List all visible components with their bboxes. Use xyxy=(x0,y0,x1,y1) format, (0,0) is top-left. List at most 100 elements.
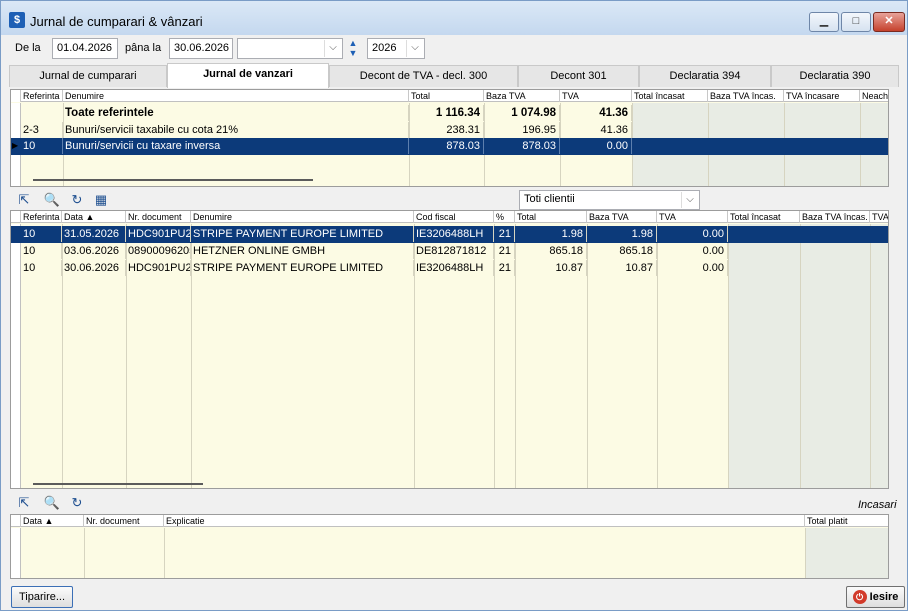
exit-button[interactable]: ⏻ Iesire xyxy=(846,586,905,608)
col-nr-document[interactable]: Nr. document xyxy=(126,211,191,223)
col-tva[interactable]: TVA xyxy=(657,211,728,223)
col-baza-tva-incas[interactable]: Baza TVA încas. xyxy=(708,90,784,102)
col-data[interactable]: Data ▲ xyxy=(21,515,84,527)
col-total-incasat[interactable]: Total încasat xyxy=(632,90,708,102)
current-row-icon: ▶ xyxy=(12,141,19,150)
bottom-bar: Tiparire... ⏻ Iesire xyxy=(1,581,907,610)
row-pct: 21 xyxy=(494,226,515,242)
row-baza: 10.87 xyxy=(587,260,657,276)
table-row[interactable]: 2-3 Bunuri/servicii taxabile cu cota 21%… xyxy=(11,122,888,138)
tab-declaratia-394[interactable]: Declaratia 394 xyxy=(639,65,771,87)
filter-bar: De la 01.04.2026 pâna la 30.06.2026 ⌵ ▲ … xyxy=(1,35,907,63)
row-tva: 41.36 xyxy=(560,122,632,138)
row-date: 03.06.2026 xyxy=(62,243,126,259)
chevron-down-icon[interactable]: ⌵ xyxy=(406,40,423,57)
total-row-baza: 1 074.98 xyxy=(484,105,560,121)
col-neach[interactable]: Neach xyxy=(860,90,888,102)
row-name: STRIPE PAYMENT EUROPE LIMITED xyxy=(191,260,414,276)
tab-jurnal-cumparari[interactable]: Jurnal de cumparari xyxy=(9,65,167,87)
table-row[interactable]: 10 30.06.2026 HDC901PU20 STRIPE PAYMENT … xyxy=(11,260,888,277)
minimize-button[interactable]: ▁ xyxy=(809,12,839,32)
col-nr-document[interactable]: Nr. document xyxy=(84,515,164,527)
row-tva: 0.00 xyxy=(657,260,728,276)
payments-grid[interactable]: Data ▲ Nr. document Explicatie Total pla… xyxy=(10,514,889,579)
year-value: 2026 xyxy=(372,42,397,54)
search-icon[interactable]: 🔍 xyxy=(43,192,61,210)
row-tva: 0.00 xyxy=(560,138,632,154)
col-tva-incasare[interactable]: TVA încasare xyxy=(784,90,860,102)
clients-filter-select[interactable]: Toti clientii ⌵ xyxy=(519,190,700,210)
total-row-label: Toate referintele xyxy=(63,105,409,121)
row-baza: 196.95 xyxy=(484,122,560,138)
col-data[interactable]: Data ▲ xyxy=(62,211,126,223)
col-total-platit[interactable]: Total platit xyxy=(805,515,888,527)
col-baza-tva[interactable]: Baza TVA xyxy=(484,90,560,102)
col-procent[interactable]: % xyxy=(494,211,515,223)
total-row[interactable]: Toate referintele 1 116.34 1 074.98 41.3… xyxy=(11,105,888,121)
to-date-input[interactable]: 30.06.2026 xyxy=(169,38,233,59)
col-total[interactable]: Total xyxy=(515,211,587,223)
chevron-down-icon[interactable]: ⌵ xyxy=(681,192,698,208)
col-explicatie[interactable]: Explicatie xyxy=(164,515,805,527)
row-ref: 10 xyxy=(21,243,62,259)
row-total: 10.87 xyxy=(515,260,587,276)
row-ref: 10 xyxy=(21,226,62,242)
close-button[interactable]: ✕ xyxy=(873,12,905,32)
row-pct: 21 xyxy=(494,243,515,259)
col-referinta[interactable]: Referinta xyxy=(21,211,62,223)
horizontal-scrollbar[interactable] xyxy=(33,483,203,485)
total-row-total: 1 116.34 xyxy=(409,105,484,121)
detail-grid[interactable]: Referinta Data ▲ Nr. document Denumire C… xyxy=(10,210,889,489)
row-ref: 2-3 xyxy=(21,122,63,138)
table-row-selected[interactable]: 10 31.05.2026 HDC901PU20 STRIPE PAYMENT … xyxy=(11,226,888,243)
tab-decont-300[interactable]: Decont de TVA - decl. 300 xyxy=(329,65,518,87)
col-cod-fiscal[interactable]: Cod fiscal xyxy=(414,211,494,223)
table-row-selected[interactable]: ▶ 10 Bunuri/servicii cu taxare inversa 8… xyxy=(11,138,888,155)
total-row-tva: 41.36 xyxy=(560,105,632,121)
main-window: $ Jurnal de cumparari & vânzari ▁ □ ✕ De… xyxy=(0,0,908,611)
year-select[interactable]: 2026 ⌵ xyxy=(367,38,425,59)
col-tva[interactable]: TVA xyxy=(560,90,632,102)
summary-grid[interactable]: Referinta Denumire Total Baza TVA TVA To… xyxy=(10,89,889,187)
period-spinner[interactable]: ▲ ▼ xyxy=(347,38,359,59)
export-icon[interactable]: ⇱ xyxy=(15,495,33,513)
from-date-input[interactable]: 01.04.2026 xyxy=(52,38,118,59)
row-indicator-header xyxy=(11,211,21,223)
col-baza-tva[interactable]: Baza TVA xyxy=(587,211,657,223)
arrow-up-icon[interactable]: ▲ xyxy=(347,38,359,48)
row-doc: HDC901PU20 xyxy=(128,260,191,276)
col-tva-incas[interactable]: TVA xyxy=(870,211,888,223)
payments-header: Data ▲ Nr. document Explicatie Total pla… xyxy=(11,515,888,527)
print-button[interactable]: Tiparire... xyxy=(11,586,73,608)
horizontal-scrollbar[interactable] xyxy=(33,179,313,181)
tab-declaratia-390[interactable]: Declaratia 390 xyxy=(771,65,899,87)
row-baza: 878.03 xyxy=(484,138,560,154)
maximize-button[interactable]: □ xyxy=(841,12,871,32)
summary-header: Referinta Denumire Total Baza TVA TVA To… xyxy=(11,90,888,102)
col-denumire[interactable]: Denumire xyxy=(191,211,414,223)
export-icon[interactable]: ⇱ xyxy=(15,192,33,210)
tab-jurnal-vanzari[interactable]: Jurnal de vanzari xyxy=(167,63,329,88)
total-platit-area xyxy=(805,528,888,578)
payments-title: Incasari xyxy=(858,499,897,511)
chevron-down-icon[interactable]: ⌵ xyxy=(324,40,341,57)
arrow-down-icon[interactable]: ▼ xyxy=(347,48,359,58)
table-row[interactable]: 10 03.06.2026 08900096205 HETZNER ONLINE… xyxy=(11,243,888,260)
window-title: Jurnal de cumparari & vânzari xyxy=(30,14,203,29)
tab-decont-301[interactable]: Decont 301 xyxy=(518,65,639,87)
refresh-icon[interactable]: ↻ xyxy=(68,495,86,513)
calculator-icon[interactable]: ▦ xyxy=(92,192,110,210)
row-tva: 0.00 xyxy=(657,226,728,242)
col-total[interactable]: Total xyxy=(409,90,484,102)
search-icon[interactable]: 🔍 xyxy=(43,495,61,513)
from-label: De la xyxy=(15,42,41,54)
col-baza-tva-incas[interactable]: Baza TVA încas. xyxy=(800,211,870,223)
period-select[interactable]: ⌵ xyxy=(237,38,343,59)
col-referinta[interactable]: Referinta xyxy=(21,90,63,102)
col-denumire[interactable]: Denumire xyxy=(63,90,409,102)
col-total-incasat[interactable]: Total încasat xyxy=(728,211,800,223)
row-indicator-column xyxy=(11,528,21,578)
refresh-icon[interactable]: ↻ xyxy=(68,192,86,210)
detail-header: Referinta Data ▲ Nr. document Denumire C… xyxy=(11,211,888,223)
row-baza: 1.98 xyxy=(587,226,657,242)
